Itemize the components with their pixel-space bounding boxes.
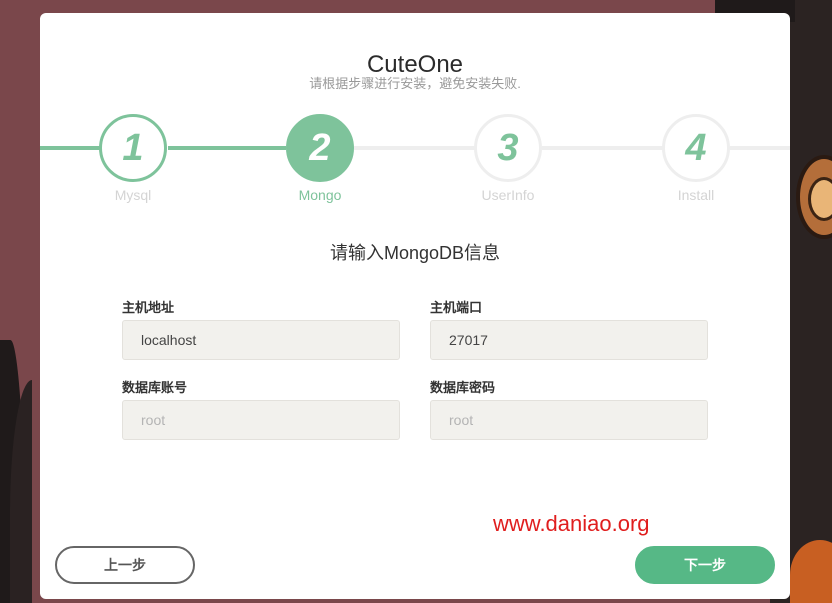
watermark-text: www.daniao.org xyxy=(493,511,650,536)
host-label: 主机地址 xyxy=(122,300,175,315)
step-1-circle: 1 xyxy=(99,114,167,182)
progress-line-end xyxy=(730,146,790,150)
app-subtitle: 请根据步骤进行安装，避免安装失败. xyxy=(309,76,521,91)
port-input[interactable] xyxy=(430,320,708,360)
step-3-label: UserInfo xyxy=(481,187,535,203)
previous-step-button[interactable]: 上一步 xyxy=(55,546,195,584)
port-label: 主机端口 xyxy=(430,300,483,315)
step-2-label: Mongo xyxy=(298,187,342,203)
step-3-circle: 3 xyxy=(474,114,542,182)
password-label: 数据库密码 xyxy=(430,380,496,395)
next-step-button[interactable]: 下一步 xyxy=(635,546,775,584)
password-input[interactable] xyxy=(430,400,708,440)
username-label: 数据库账号 xyxy=(122,380,188,395)
step-4-circle: 4 xyxy=(662,114,730,182)
progress-line-1-2 xyxy=(168,146,286,150)
progress-line-3-4 xyxy=(542,146,664,150)
install-dialog: CuteOne 请根据步骤进行安装，避免安装失败. 1 Mysql 2 Mong… xyxy=(40,13,790,599)
progress-line-2-3 xyxy=(354,146,476,150)
clock-dial xyxy=(808,177,832,221)
step-2-circle: 2 xyxy=(286,114,354,182)
step-4-label: Install xyxy=(677,187,715,203)
progress-line-start xyxy=(40,146,100,150)
form-title: 请输入MongoDB信息 xyxy=(329,243,501,263)
step-1-label: Mysql xyxy=(114,187,152,203)
username-input[interactable] xyxy=(122,400,400,440)
host-input[interactable] xyxy=(122,320,400,360)
